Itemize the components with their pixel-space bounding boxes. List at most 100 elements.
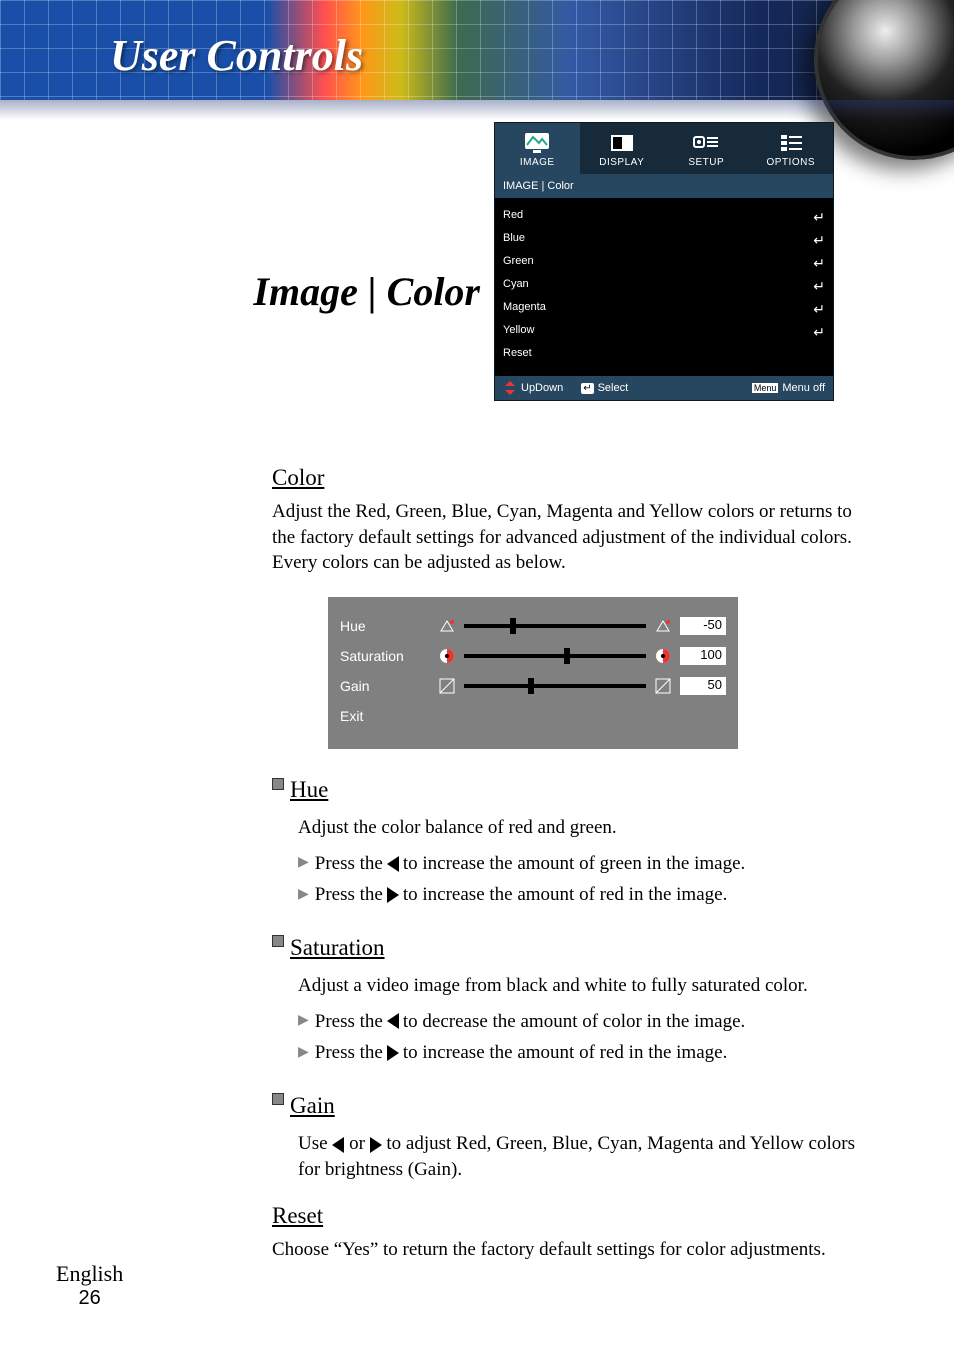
section-title: Image | Color — [60, 268, 480, 315]
content-lower: Hue Adjust the color balance of red and … — [272, 756, 874, 1273]
heading-saturation: Saturation — [290, 932, 385, 963]
bullet-square-icon — [272, 935, 284, 947]
text-fragment: to increase the amount of red in the ima… — [403, 1040, 727, 1066]
hue-icon — [654, 617, 672, 635]
paragraph-hue: Adjust the color balance of red and gree… — [298, 815, 874, 841]
page-number: 26 — [56, 1287, 123, 1310]
osd-foot-label: Select — [598, 382, 629, 394]
slider[interactable] — [464, 624, 646, 628]
osd-item[interactable]: Green ↵ — [503, 252, 825, 275]
adjust-label: Gain — [340, 678, 430, 694]
gain-icon — [654, 677, 672, 695]
display-icon — [580, 129, 665, 157]
osd-foot-label: Menu off — [782, 382, 825, 394]
adjust-label: Exit — [340, 708, 430, 724]
adjust-row-saturation[interactable]: Saturation 100 — [340, 641, 726, 671]
adjustment-panel: Hue -50 Saturation 100 Gain 50 Exit — [328, 597, 738, 749]
text-fragment: to decrease the amount of color in the i… — [403, 1009, 745, 1035]
adjust-label: Saturation — [340, 648, 430, 664]
left-arrow-icon — [387, 856, 399, 872]
content-upper: Color Adjust the Red, Green, Blue, Cyan,… — [272, 462, 874, 586]
osd-item[interactable]: Red↵ — [503, 206, 825, 229]
osd-tab-display[interactable]: DISPLAY — [580, 123, 665, 174]
osd-item[interactable]: Blue ↵ — [503, 229, 825, 252]
adjust-row-hue[interactable]: Hue -50 — [340, 611, 726, 641]
osd-tab-options[interactable]: OPTIONS — [749, 123, 834, 174]
right-arrow-icon — [370, 1137, 382, 1153]
bullet-item: ▶ Press the to decrease the amount of col… — [298, 1009, 874, 1035]
text-fragment: or — [344, 1133, 369, 1154]
osd-item-label: Green — [503, 255, 534, 272]
lens-decoration — [814, 0, 954, 160]
osd-tab-image[interactable]: IMAGE — [495, 123, 580, 174]
osd-item[interactable]: Yellow↵ — [503, 321, 825, 344]
osd-tab-label: OPTIONS — [749, 157, 834, 168]
osd-foot-select: ↵ Select — [581, 381, 628, 395]
right-arrow-icon — [387, 1045, 399, 1061]
osd-foot-label: UpDown — [521, 382, 563, 394]
osd-item[interactable]: Cyan ↵ — [503, 275, 825, 298]
osd-item-label: Blue — [503, 232, 525, 249]
osd-tab-label: DISPLAY — [580, 157, 665, 168]
osd-breadcrumb: IMAGE | Color — [495, 174, 833, 198]
header-title: User Controls — [110, 30, 363, 81]
text-fragment: Use — [298, 1133, 332, 1154]
paragraph-gain: Use or to adjust Red, Green, Blue, Cyan,… — [298, 1131, 874, 1182]
osd-item-label: Reset — [503, 347, 532, 359]
enter-icon: ↵ — [813, 324, 825, 341]
language-label: English — [56, 1261, 123, 1287]
enter-icon: ↵ — [813, 232, 825, 249]
heading-color: Color — [272, 462, 874, 493]
bullet-item: ▶Press the to increase the amount of red… — [298, 882, 874, 908]
enter-icon: ↵ — [813, 255, 825, 272]
osd-footer: UpDown ↵ Select Menu Menu off — [495, 376, 833, 400]
text-fragment: to adjust Red, Green, Blue, Cyan, Magent… — [298, 1133, 855, 1180]
text-fragment: Press the — [315, 1009, 383, 1035]
paragraph-color: Adjust the Red, Green, Blue, Cyan, Magen… — [272, 499, 874, 576]
gain-icon — [438, 677, 456, 695]
osd-items: Red↵ Blue↵ Green↵ Cyan↵ Magenta↵ Yellow↵… — [495, 198, 833, 376]
osd-foot-menuoff: Menu Menu off — [752, 381, 825, 395]
text-fragment: to increase the amount of green in the i… — [403, 851, 745, 877]
value-box: 100 — [680, 647, 726, 665]
adjust-row-exit[interactable]: Exit — [340, 701, 726, 731]
osd-foot-updown: UpDown — [503, 381, 563, 395]
saturation-icon — [438, 647, 456, 665]
text-fragment: Press the — [315, 882, 383, 908]
text-fragment: Press the — [315, 1040, 383, 1066]
paragraph-reset: Choose “Yes” to return the factory defau… — [272, 1237, 874, 1263]
osd-tab-label: SETUP — [664, 157, 749, 168]
osd-item[interactable]: Reset — [503, 344, 825, 362]
updown-icon — [503, 381, 517, 395]
text-fragment: to increase the amount of red in the ima… — [403, 882, 727, 908]
value-box: -50 — [680, 617, 726, 635]
adjust-label: Hue — [340, 618, 430, 634]
right-arrow-icon — [387, 887, 399, 903]
enter-key-icon: ↵ — [581, 383, 593, 394]
bullet-item: ▶ Press the to increase the amount of gre… — [298, 851, 874, 877]
adjust-row-gain[interactable]: Gain 50 — [340, 671, 726, 701]
banner-fade — [0, 100, 954, 120]
osd-item-label: Cyan — [503, 278, 529, 295]
osd-tab-setup[interactable]: SETUP — [664, 123, 749, 174]
enter-icon: ↵ — [813, 278, 825, 295]
value-box: 50 — [680, 677, 726, 695]
slider[interactable] — [464, 654, 646, 658]
osd-tabs: IMAGE DISPLAY SETUP OPTIONS — [495, 123, 833, 174]
left-arrow-icon — [387, 1013, 399, 1029]
heading-hue: Hue — [290, 774, 328, 805]
saturation-icon — [654, 647, 672, 665]
chevron-right-icon: ▶ — [298, 1044, 309, 1063]
chevron-right-icon: ▶ — [298, 1012, 309, 1031]
heading-reset: Reset — [272, 1200, 874, 1231]
osd-item[interactable]: Magenta↵ — [503, 298, 825, 321]
bullet-square-icon — [272, 1093, 284, 1105]
chevron-right-icon: ▶ — [298, 854, 309, 873]
enter-icon: ↵ — [813, 301, 825, 318]
text-fragment: Press the — [315, 851, 383, 877]
page-footer: English 26 — [56, 1261, 123, 1310]
header-banner: User Controls — [0, 0, 954, 100]
osd-item-label: Red — [503, 209, 523, 226]
slider[interactable] — [464, 684, 646, 688]
monitor-icon — [495, 129, 580, 157]
